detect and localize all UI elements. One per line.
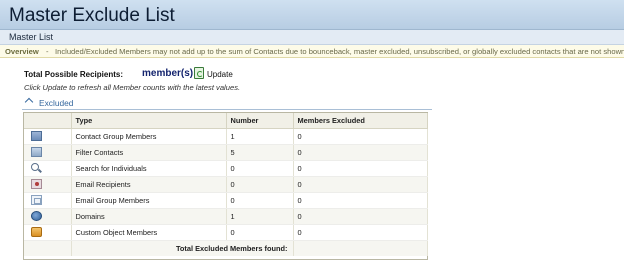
row-number: 0 (226, 192, 294, 209)
row-icon-cell (24, 144, 72, 161)
total-excluded-value (293, 240, 428, 256)
total-row: Total Excluded Members found: (24, 240, 428, 256)
overview-text: Included/Excluded Members may not add up… (55, 47, 624, 56)
sub-nav-bar: Master List (0, 30, 624, 45)
overview-label: Overview (5, 47, 39, 56)
page-title: Master Exclude List (9, 5, 175, 26)
row-type[interactable]: Custom Object Members (71, 224, 227, 241)
excluded-section-toggle[interactable]: Excluded (22, 97, 432, 109)
column-header-icon (24, 113, 72, 129)
contact-group-icon (31, 131, 42, 142)
table-header-row: Type Number Members Excluded (24, 113, 428, 129)
table-row[interactable]: Email Group Members 0 0 (24, 192, 428, 209)
column-header-type[interactable]: Type (71, 113, 227, 129)
row-excluded: 0 (293, 144, 428, 161)
row-type[interactable]: Email Group Members (71, 192, 227, 209)
row-number: 0 (226, 176, 294, 193)
search-icon (31, 162, 42, 174)
table-row[interactable]: Custom Object Members 0 0 (24, 224, 428, 241)
custom-object-icon (31, 227, 42, 238)
row-icon-cell (24, 176, 72, 193)
breadcrumb-master-list[interactable]: Master List (9, 32, 53, 42)
filter-icon (31, 147, 42, 158)
table-row[interactable]: Filter Contacts 5 0 (24, 144, 428, 161)
row-icon-cell (24, 160, 72, 177)
title-bar: Master Exclude List (0, 0, 624, 30)
row-excluded: 0 (293, 208, 428, 225)
row-type[interactable]: Domains (71, 208, 227, 225)
overview-bar: Overview - Included/Excluded Members may… (0, 45, 624, 58)
row-number: 0 (226, 224, 294, 241)
email-recipient-icon (31, 179, 42, 190)
table-row[interactable]: Email Recipients 0 0 (24, 176, 428, 193)
row-excluded: 0 (293, 160, 428, 177)
row-icon-cell (24, 208, 72, 225)
row-type[interactable]: Search for Individuals (71, 160, 227, 177)
total-spacer (24, 240, 72, 256)
total-excluded-label: Total Excluded Members found: (71, 240, 294, 256)
row-type[interactable]: Email Recipients (71, 176, 227, 193)
row-icon-cell (24, 128, 72, 145)
section-divider (22, 109, 432, 110)
domain-globe-icon (31, 211, 42, 222)
row-excluded: 0 (293, 176, 428, 193)
total-recipients-value: member(s) (142, 68, 194, 79)
excluded-section-label: Excluded (39, 98, 74, 108)
row-type[interactable]: Filter Contacts (71, 144, 227, 161)
table-row[interactable]: Search for Individuals 0 0 (24, 160, 428, 177)
row-excluded: 0 (293, 224, 428, 241)
row-icon-cell (24, 192, 72, 209)
update-link[interactable]: Update (207, 70, 233, 79)
table-row[interactable]: Domains 1 0 (24, 208, 428, 225)
row-number: 5 (226, 144, 294, 161)
excluded-members-table: Type Number Members Excluded Contact Gro… (23, 112, 428, 260)
chevron-up-icon (24, 97, 34, 107)
column-header-members-excluded[interactable]: Members Excluded (293, 113, 428, 129)
refresh-icon[interactable] (194, 67, 204, 79)
row-number: 1 (226, 128, 294, 145)
email-group-icon (31, 195, 42, 206)
refresh-hint-text: Click Update to refresh all Member count… (24, 83, 241, 92)
row-number: 1 (226, 208, 294, 225)
row-type[interactable]: Contact Group Members (71, 128, 227, 145)
row-icon-cell (24, 224, 72, 241)
row-excluded: 0 (293, 128, 428, 145)
row-excluded: 0 (293, 192, 428, 209)
column-header-number[interactable]: Number (226, 113, 294, 129)
table-row[interactable]: Contact Group Members 1 0 (24, 128, 428, 145)
overview-separator: - (46, 47, 49, 56)
row-number: 0 (226, 160, 294, 177)
total-recipients-label: Total Possible Recipients: (24, 70, 123, 79)
